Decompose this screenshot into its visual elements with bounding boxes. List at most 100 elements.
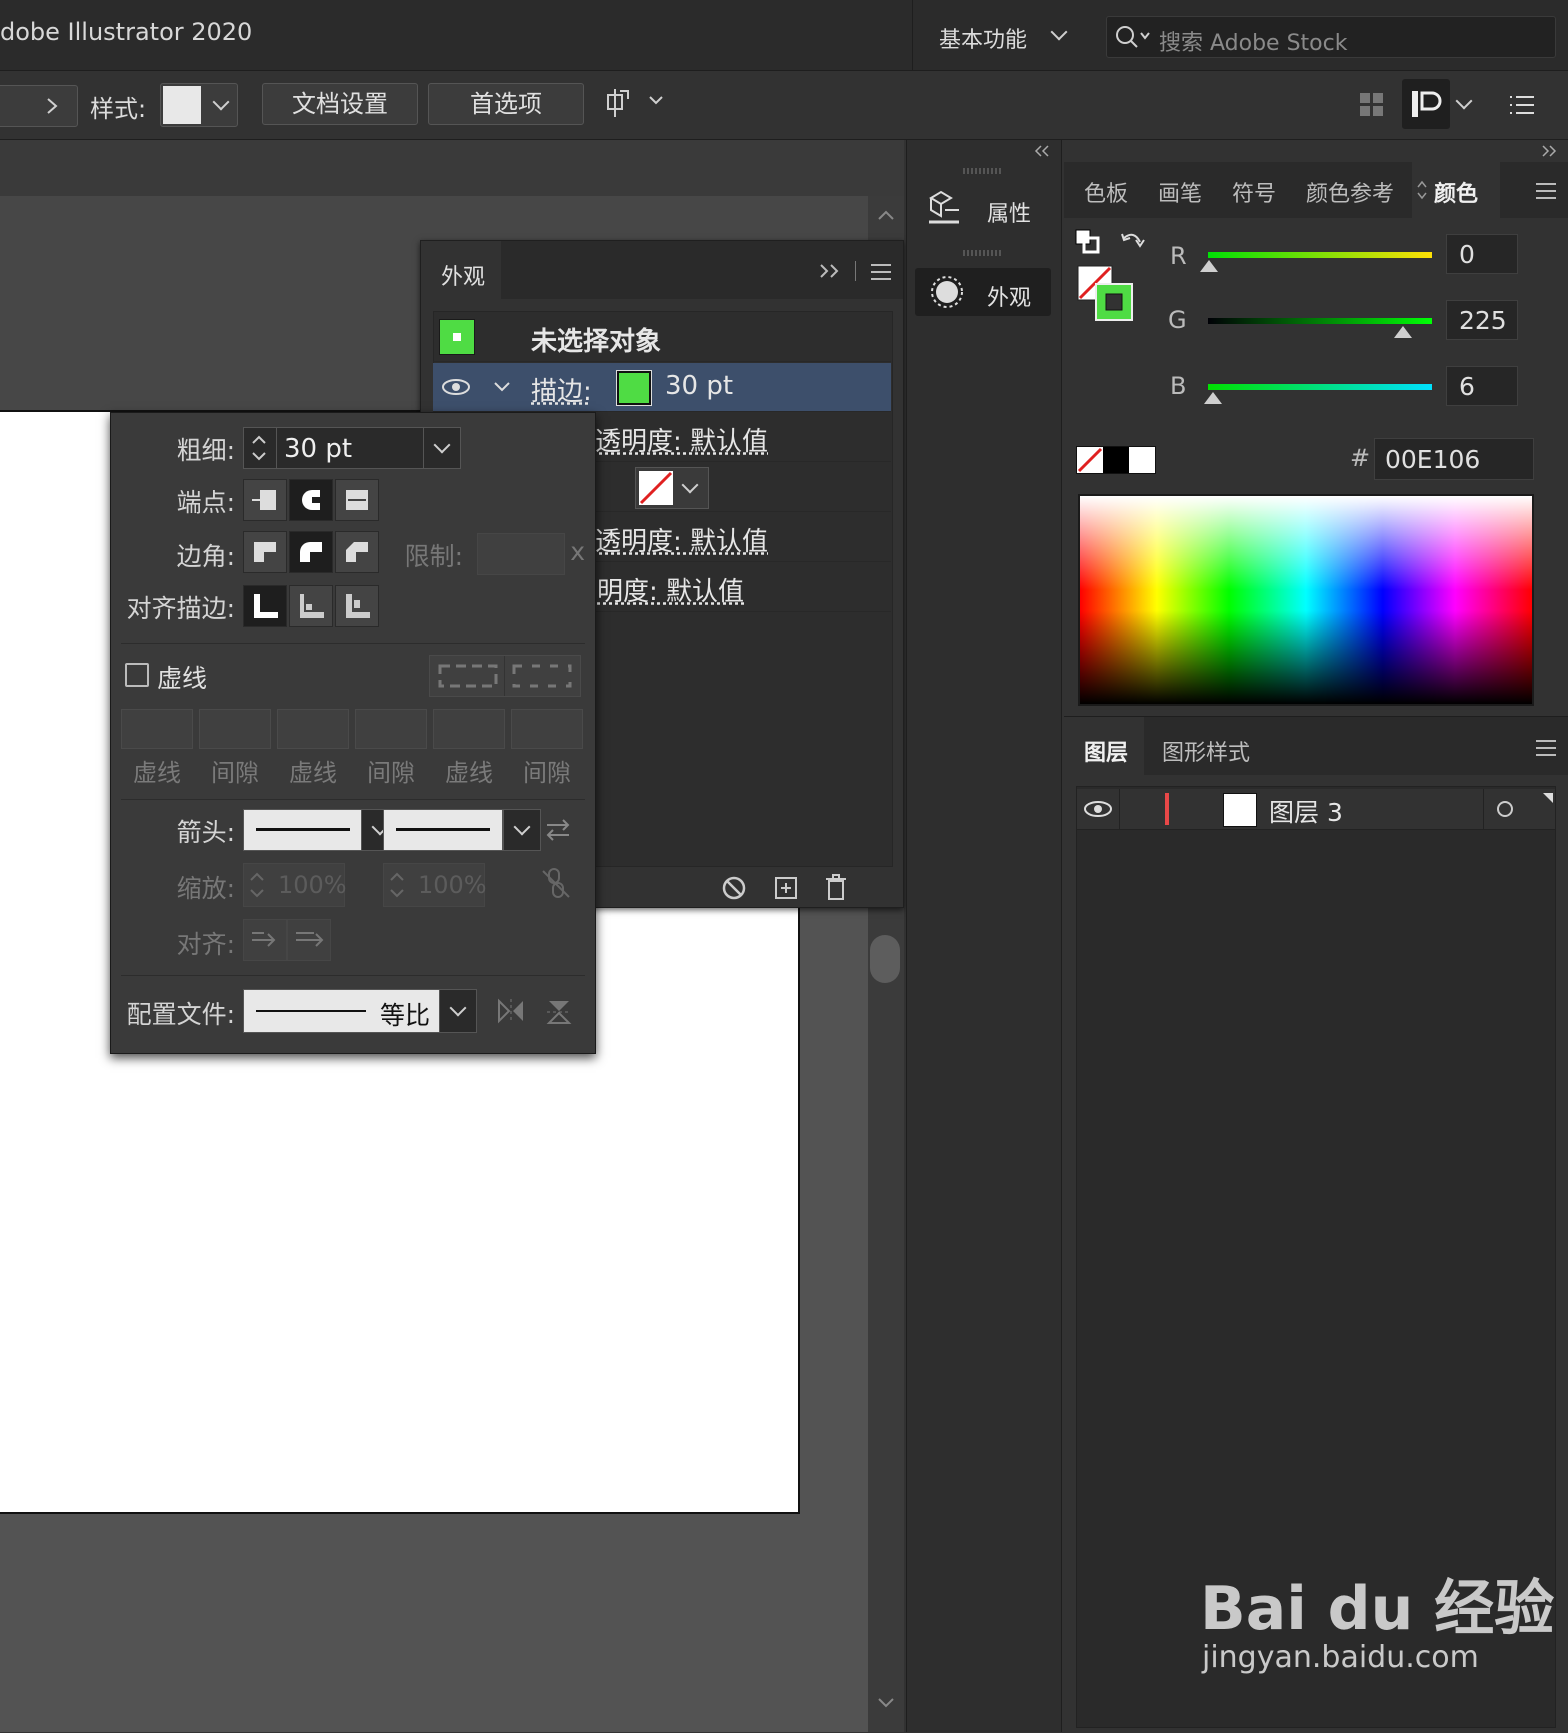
tab-color-guide[interactable]: 颜色参考: [1306, 176, 1394, 208]
trash-icon[interactable]: [823, 873, 849, 901]
toolbar-toggle[interactable]: [1402, 79, 1450, 129]
preferences-button[interactable]: 首选项: [428, 83, 584, 125]
opacity-label[interactable]: 不透明度: 默认值: [569, 421, 768, 458]
b-input[interactable]: 6: [1446, 366, 1518, 406]
projecting-cap-button[interactable]: [335, 479, 379, 521]
gap-input-3[interactable]: [511, 709, 583, 749]
layer-row[interactable]: 图层 3: [1077, 789, 1555, 830]
scroll-up-icon[interactable]: [876, 208, 896, 222]
stroke-color-swatch[interactable]: [616, 370, 652, 406]
grip[interactable]: [963, 168, 1003, 174]
weight-value[interactable]: 30 pt: [284, 434, 352, 464]
document-setup-button[interactable]: 文档设置: [262, 83, 418, 125]
tab-color-active[interactable]: 颜色: [1412, 162, 1500, 218]
align-center-button[interactable]: [243, 585, 287, 627]
dashed-line-checkbox[interactable]: [125, 663, 149, 687]
limit-input[interactable]: [477, 533, 565, 575]
fill-stroke-indicator[interactable]: [1076, 264, 1136, 324]
target-icon[interactable]: [1495, 799, 1515, 819]
chevron-down-icon[interactable]: [493, 381, 511, 393]
round-join-button[interactable]: [289, 531, 333, 573]
dash-alignment-buttons[interactable]: [429, 655, 581, 697]
profile-dropdown[interactable]: 等比: [243, 989, 441, 1033]
default-colors-icon[interactable]: [1074, 228, 1102, 256]
chevron-down-icon[interactable]: [1455, 92, 1473, 110]
b-slider[interactable]: [1208, 384, 1432, 390]
list-menu-icon[interactable]: [1508, 93, 1536, 117]
dash-input-2[interactable]: [277, 709, 349, 749]
tab-brushes[interactable]: 画笔: [1158, 176, 1202, 208]
round-cap-button[interactable]: [289, 479, 333, 521]
weight-dropdown[interactable]: [423, 427, 461, 469]
g-slider[interactable]: [1208, 318, 1432, 324]
g-input[interactable]: 225: [1446, 300, 1518, 340]
quick-swatches[interactable]: [1076, 446, 1156, 474]
align-inside-button[interactable]: [289, 585, 333, 627]
stock-search[interactable]: 搜索 Adobe Stock: [1106, 16, 1556, 58]
end-arrowhead-chevron[interactable]: [503, 809, 541, 851]
tab-symbols[interactable]: 符号: [1232, 176, 1276, 208]
object-opacity-label[interactable]: 明度: 默认值: [597, 571, 744, 608]
miter-join-button[interactable]: [243, 531, 287, 573]
transform-icon[interactable]: [604, 87, 668, 121]
fill-opacity-label[interactable]: 不透明度: 默认值: [569, 521, 768, 558]
end-arrowhead-dropdown[interactable]: [383, 809, 503, 851]
r-input[interactable]: 0: [1446, 234, 1518, 274]
layer-name[interactable]: 图层 3: [1269, 793, 1343, 829]
profile-chevron[interactable]: [439, 989, 477, 1033]
dash-input-3[interactable]: [433, 709, 505, 749]
previous-field[interactable]: [0, 85, 78, 127]
panel-menu-icon[interactable]: [1534, 739, 1558, 757]
arrow-place-button[interactable]: [287, 919, 331, 961]
stepper-icon[interactable]: [250, 432, 268, 464]
dash-input-1[interactable]: [121, 709, 193, 749]
start-arrowhead-dropdown[interactable]: [243, 809, 363, 851]
fill-dropdown[interactable]: [635, 467, 709, 509]
hex-input[interactable]: 00E106: [1374, 438, 1534, 480]
eye-icon[interactable]: [1083, 799, 1113, 819]
flip-horizontal-icon[interactable]: [495, 997, 527, 1025]
tab-appearance[interactable]: 外观: [421, 241, 501, 299]
swap-arrows-icon[interactable]: [543, 817, 573, 843]
arrange-documents-icon[interactable]: [1358, 91, 1386, 119]
panel-menu-icon[interactable]: [869, 263, 893, 281]
tab-graphic-styles[interactable]: 图形样式: [1162, 735, 1250, 767]
eye-icon[interactable]: [441, 377, 471, 397]
g-slider-knob[interactable]: [1394, 326, 1412, 338]
stroke-row[interactable]: 描边: 30 pt: [433, 363, 891, 412]
align-outside-button[interactable]: [335, 585, 379, 627]
r-slider-knob[interactable]: [1200, 260, 1218, 272]
scrollbar-thumb[interactable]: [870, 935, 900, 983]
r-slider[interactable]: [1208, 252, 1432, 258]
scroll-down-icon[interactable]: [876, 1696, 896, 1710]
b-slider-knob[interactable]: [1204, 392, 1222, 404]
duplicate-item-icon[interactable]: [773, 875, 799, 901]
start-scale-input[interactable]: 100%: [243, 863, 347, 907]
stroke-label[interactable]: 描边:: [531, 371, 592, 408]
color-spectrum[interactable]: [1078, 494, 1534, 706]
grip[interactable]: [963, 250, 1003, 256]
stroke-weight-value[interactable]: 30 pt: [665, 371, 733, 401]
double-chevron-right-icon[interactable]: [819, 263, 843, 279]
collapse-icon[interactable]: [1538, 144, 1558, 158]
tab-layers[interactable]: 图层: [1064, 717, 1144, 775]
flip-vertical-icon[interactable]: [545, 997, 573, 1027]
tab-swatches[interactable]: 色板: [1084, 176, 1128, 208]
arrow-extend-button[interactable]: [243, 919, 287, 961]
swap-colors-icon[interactable]: [1118, 228, 1146, 256]
gap-input-1[interactable]: [199, 709, 271, 749]
link-scale-icon[interactable]: [541, 867, 571, 901]
gap-input-2[interactable]: [355, 709, 427, 749]
collapse-icon[interactable]: [1033, 144, 1053, 158]
end-scale-input[interactable]: 100%: [383, 863, 487, 907]
appearance-panel-button[interactable]: 外观: [915, 268, 1051, 316]
butt-cap-button[interactable]: [243, 479, 287, 521]
workspace-switcher[interactable]: 基本功能: [912, 0, 1093, 70]
clear-appearance-icon[interactable]: [721, 875, 747, 901]
bevel-join-button[interactable]: [335, 531, 379, 573]
properties-panel-button[interactable]: 属性: [915, 184, 1051, 232]
search-input[interactable]: 搜索 Adobe Stock: [1159, 25, 1347, 57]
style-dropdown[interactable]: [160, 83, 238, 127]
panel-menu-icon[interactable]: [1534, 182, 1558, 200]
weight-input[interactable]: 30 pt: [243, 427, 427, 469]
